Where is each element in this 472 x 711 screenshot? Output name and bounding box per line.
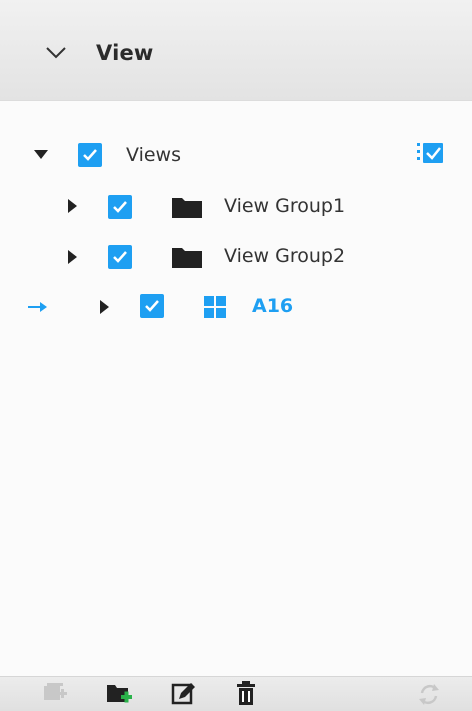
- tree-row-a16[interactable]: A16: [0, 286, 472, 326]
- view-panel: View Views View Group1 View Group2 A16: [0, 0, 472, 711]
- root-checkbox[interactable]: [78, 143, 102, 167]
- tree-row-view-group1[interactable]: View Group1: [0, 187, 472, 227]
- view-toolbar: [0, 676, 472, 711]
- add-view-icon[interactable]: [40, 679, 70, 709]
- panel-header[interactable]: View: [0, 0, 472, 101]
- refresh-icon[interactable]: [414, 679, 444, 709]
- add-group-icon[interactable]: [104, 679, 134, 709]
- a16-checkbox[interactable]: [140, 294, 164, 318]
- tree-label-root: Views: [126, 144, 181, 166]
- tree-row-view-group2[interactable]: View Group2: [0, 237, 472, 277]
- edit-icon[interactable]: [169, 679, 199, 709]
- check-icon: [83, 149, 97, 161]
- check-icon: [113, 251, 127, 263]
- trash-icon[interactable]: [231, 679, 261, 709]
- check-icon: [145, 300, 159, 312]
- tree-label-view-group2: View Group2: [224, 245, 346, 267]
- current-arrow-icon: [28, 302, 47, 312]
- caret-right-icon[interactable]: [68, 199, 78, 213]
- tree-row-root[interactable]: Views: [0, 135, 472, 175]
- panel-title: View: [96, 41, 154, 65]
- chevron-down-icon[interactable]: [45, 46, 67, 60]
- folder-icon: [172, 198, 202, 218]
- caret-right-icon[interactable]: [68, 250, 78, 264]
- check-icon: [113, 201, 127, 213]
- view-group2-checkbox[interactable]: [108, 245, 132, 269]
- grid-view-icon: [204, 296, 226, 318]
- tree-label-a16: A16: [252, 295, 294, 317]
- tree-label-view-group1: View Group1: [224, 195, 346, 217]
- view-tree: Views View Group1 View Group2 A16: [0, 101, 472, 676]
- caret-down-icon[interactable]: [34, 150, 48, 160]
- view-group1-checkbox[interactable]: [108, 195, 132, 219]
- folder-icon: [172, 248, 202, 268]
- caret-right-icon[interactable]: [100, 300, 110, 314]
